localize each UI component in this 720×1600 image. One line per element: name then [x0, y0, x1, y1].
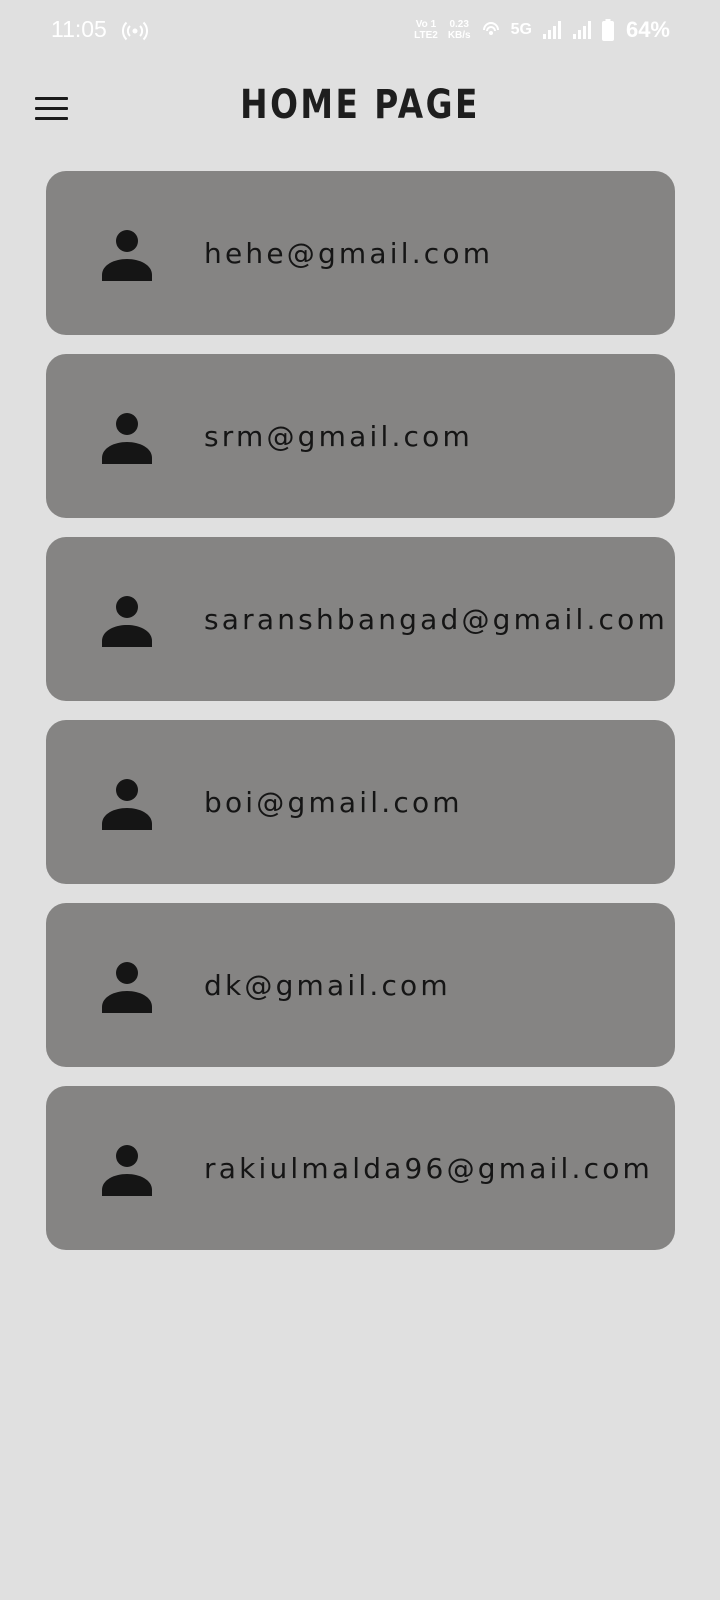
person-icon	[102, 596, 152, 647]
battery-icon	[601, 19, 614, 41]
app-bar: HOME PAGE	[0, 60, 720, 160]
user-list: hehe@gmail.com srm@gmail.com saranshbang…	[46, 171, 675, 1250]
network-type: 5G	[510, 21, 532, 38]
hotspot-icon	[122, 21, 148, 41]
person-icon	[102, 779, 152, 830]
person-icon	[102, 413, 152, 464]
user-card[interactable]: rakiulmalda96@gmail.com	[46, 1086, 675, 1250]
page-title: HOME PAGE	[240, 82, 480, 128]
wifi-calling-icon	[482, 22, 499, 35]
user-email: rakiulmalda96@gmail.com	[204, 1151, 654, 1185]
volte-indicator: Vo 1 LTE2	[414, 19, 438, 41]
user-email: srm@gmail.com	[204, 419, 473, 453]
status-indicators: Vo 1 LTE2 0.23 KB/s 5G 64%	[414, 13, 670, 47]
signal-icon	[572, 21, 591, 39]
user-card[interactable]: srm@gmail.com	[46, 354, 675, 518]
person-icon	[102, 962, 152, 1013]
network-speed: 0.23 KB/s	[447, 19, 471, 41]
signal-icon	[542, 21, 561, 39]
user-card[interactable]: dk@gmail.com	[46, 903, 675, 1067]
user-card[interactable]: hehe@gmail.com	[46, 171, 675, 335]
user-email: boi@gmail.com	[204, 785, 463, 819]
user-email: hehe@gmail.com	[204, 236, 494, 270]
person-icon	[102, 230, 152, 281]
battery-percent: 64%	[625, 17, 670, 42]
status-bar: 11:05 Vo 1 LTE2 0.23 KB/s 5G 64%	[0, 0, 720, 60]
person-icon	[102, 1145, 152, 1196]
user-card[interactable]: boi@gmail.com	[46, 720, 675, 884]
user-email: dk@gmail.com	[204, 968, 451, 1002]
user-email: saranshbangad@gmail.com	[204, 602, 668, 636]
user-card[interactable]: saranshbangad@gmail.com	[46, 537, 675, 701]
status-time: 11:05	[51, 16, 107, 42]
